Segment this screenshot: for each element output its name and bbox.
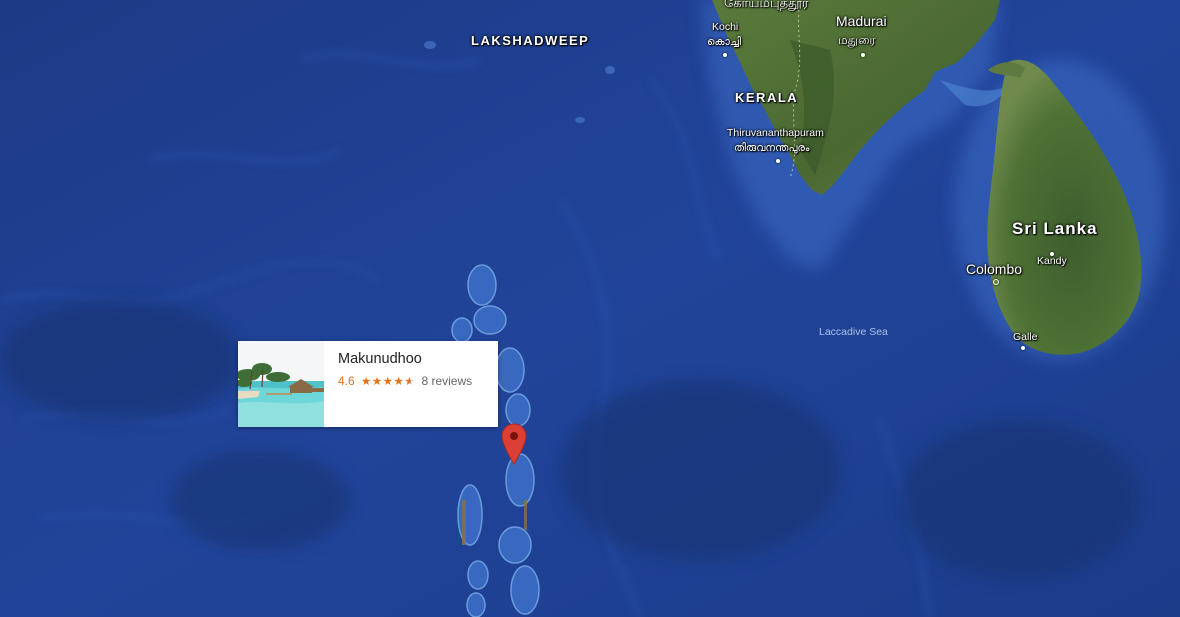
map-label-thiruvananthapuram: Thiruvananthapuram — [727, 127, 824, 139]
star-icon: ★ — [382, 376, 394, 388]
map-label-madurai: Madurai — [836, 13, 887, 29]
galle-dot — [1021, 346, 1025, 350]
map-label-lakshadweep: LAKSHADWEEP — [471, 33, 590, 48]
satellite-map[interactable] — [0, 0, 1180, 617]
map-label-kochi: Kochi — [712, 21, 739, 33]
map-label-kochi-local: കൊച്ചി — [707, 36, 742, 48]
map-pin-icon[interactable] — [501, 423, 527, 465]
place-photo[interactable] — [238, 341, 324, 427]
star-icon: ★ — [361, 376, 372, 388]
place-info-card[interactable]: Makunudhoo 4.6 ★★★★★ 8 reviews — [238, 341, 498, 427]
kochi-dot — [723, 53, 727, 57]
colombo-marker — [993, 279, 999, 285]
map-label-coimbatore-local: கோயமபுததூர — [724, 0, 809, 10]
star-icon: ★ — [371, 376, 383, 388]
map-label-thiruvananthapuram-local: തിരുവനന്തപുരം — [734, 142, 810, 154]
map-label-laccadive-sea: Laccadive Sea — [819, 326, 888, 338]
map-label-colombo: Colombo — [966, 261, 1023, 277]
map-label-sri-lanka: Sri Lanka — [1012, 219, 1098, 238]
rating-value: 4.6 — [338, 374, 355, 388]
map-label-kerala: KERALA — [735, 90, 799, 105]
star-icon: ★ — [404, 376, 416, 388]
star-icon: ★ — [393, 376, 405, 388]
star-rating-icon: ★★★★★ — [361, 376, 415, 388]
madurai-dot — [861, 53, 865, 57]
reviews-link[interactable]: 8 reviews — [421, 374, 472, 388]
map-label-kandy: Kandy — [1037, 255, 1067, 267]
map-label-madurai-local: மதுரை — [838, 33, 876, 47]
place-title[interactable]: Makunudhoo — [338, 351, 422, 367]
map-label-galle: Galle — [1013, 331, 1038, 343]
rating-row: 4.6 ★★★★★ 8 reviews — [338, 374, 472, 388]
thiruvananthapuram-dot — [776, 159, 780, 163]
